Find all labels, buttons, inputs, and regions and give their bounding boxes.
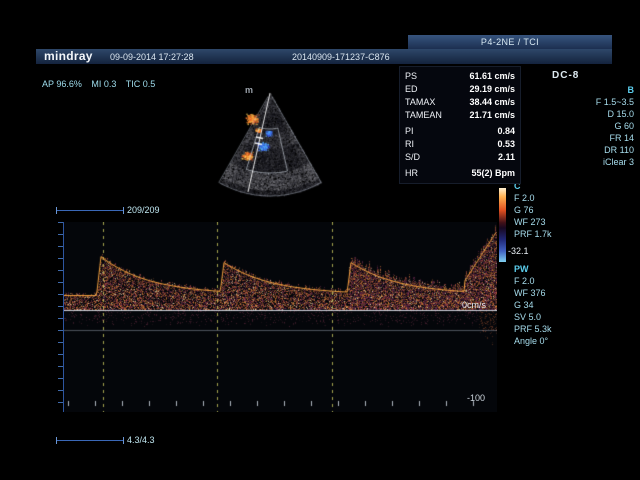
depth-ruler <box>58 222 64 412</box>
b-param: iClear 3 <box>556 156 634 168</box>
pw-param: G 34 <box>514 299 552 311</box>
measurement-label: TAMAX <box>405 96 435 109</box>
measurement-panel: PS 61.61 cm/s ED 29.19 cm/s TAMAX 38.44 … <box>399 66 521 184</box>
min-velocity-label: -100 <box>467 393 485 403</box>
tic-label: TIC 0.5 <box>126 79 156 89</box>
orientation-marker: m <box>245 85 253 95</box>
sweep-ruler[interactable] <box>56 437 124 444</box>
measurement-value: 29.19 cm/s <box>469 83 515 96</box>
measurement-label: RI <box>405 138 414 151</box>
measurement-row: PS 61.61 cm/s <box>405 70 515 83</box>
pw-param: F 2.0 <box>514 275 552 287</box>
b-param: F 1.5~3.5 <box>556 96 634 108</box>
pw-param: PRF 5.3k <box>514 323 552 335</box>
measurement-label: S/D <box>405 151 420 164</box>
measurement-value: 21.71 cm/s <box>469 109 515 122</box>
measurement-label: ED <box>405 83 418 96</box>
colorbar-label: -32.1 <box>508 246 529 256</box>
b-mode-label: B <box>556 84 634 96</box>
measurement-row: RI 0.53 <box>405 138 515 151</box>
color-map-bar <box>499 188 506 262</box>
pw-param: WF 376 <box>514 287 552 299</box>
model-label: DC-8 <box>552 70 579 81</box>
measurement-row: ED 29.19 cm/s <box>405 83 515 96</box>
cine-ruler[interactable] <box>56 207 124 214</box>
measurement-value: 61.61 cm/s <box>469 70 515 83</box>
measurement-label: PS <box>405 70 417 83</box>
measurement-row: HR 55(2) Bpm <box>405 167 515 180</box>
datetime-label: 09-09-2014 17:27:28 <box>110 52 194 62</box>
probe-status-bar: P4-2NE / TCI <box>408 35 612 49</box>
pw-mode-label: PW <box>514 263 552 275</box>
measurement-row: TAMAX 38.44 cm/s <box>405 96 515 109</box>
measurement-value: 55(2) Bpm <box>471 167 515 180</box>
pw-param: SV 5.0 <box>514 311 552 323</box>
measurement-value: 0.84 <box>497 125 515 138</box>
c-param: WF 273 <box>514 216 552 228</box>
pw-mode-readout: PW F 2.0 WF 376 G 34 SV 5.0 PRF 5.3k Ang… <box>514 263 552 347</box>
c-param: G 76 <box>514 204 552 216</box>
b-param: D 15.0 <box>556 108 634 120</box>
measurement-value: 0.53 <box>497 138 515 151</box>
measurement-label: TAMEAN <box>405 109 442 122</box>
b-param: DR 110 <box>556 144 634 156</box>
zero-velocity-label: 0cm/s <box>462 300 486 310</box>
ultrasound-screen: P4-2NE / TCI mindray 09-09-2014 17:27:28… <box>0 0 640 480</box>
mi-label: MI 0.3 <box>91 79 116 89</box>
pw-param: Angle 0° <box>514 335 552 347</box>
b-param: FR 14 <box>556 132 634 144</box>
measurement-value: 38.44 cm/s <box>469 96 515 109</box>
measurement-label: PI <box>405 125 414 138</box>
sweep-time-label: 4.3/4.3 <box>127 435 155 445</box>
measurement-label: HR <box>405 167 418 180</box>
measurement-row: PI 0.84 <box>405 125 515 138</box>
brand-logo: mindray <box>44 49 93 63</box>
acoustic-output: AP 96.6% MI 0.3 TIC 0.5 <box>42 79 162 89</box>
cine-counter: 209/209 <box>127 205 160 215</box>
ap-label: AP 96.6% <box>42 79 82 89</box>
measurement-row: TAMEAN 21.71 cm/s <box>405 109 515 122</box>
c-param: F 2.0 <box>514 192 552 204</box>
b-param: G 60 <box>556 120 634 132</box>
sector-image-canvas[interactable] <box>200 86 340 200</box>
exam-id-label: 20140909-171237-C876 <box>292 52 390 62</box>
spectral-canvas[interactable] <box>63 222 497 412</box>
measurement-row: S/D 2.11 <box>405 151 515 164</box>
measurement-value: 2.11 <box>498 151 515 164</box>
c-mode-readout: C F 2.0 G 76 WF 273 PRF 1.7k <box>514 180 552 240</box>
c-param: PRF 1.7k <box>514 228 552 240</box>
b-mode-readout: B F 1.5~3.5 D 15.0 G 60 FR 14 DR 110 iCl… <box>556 84 634 168</box>
